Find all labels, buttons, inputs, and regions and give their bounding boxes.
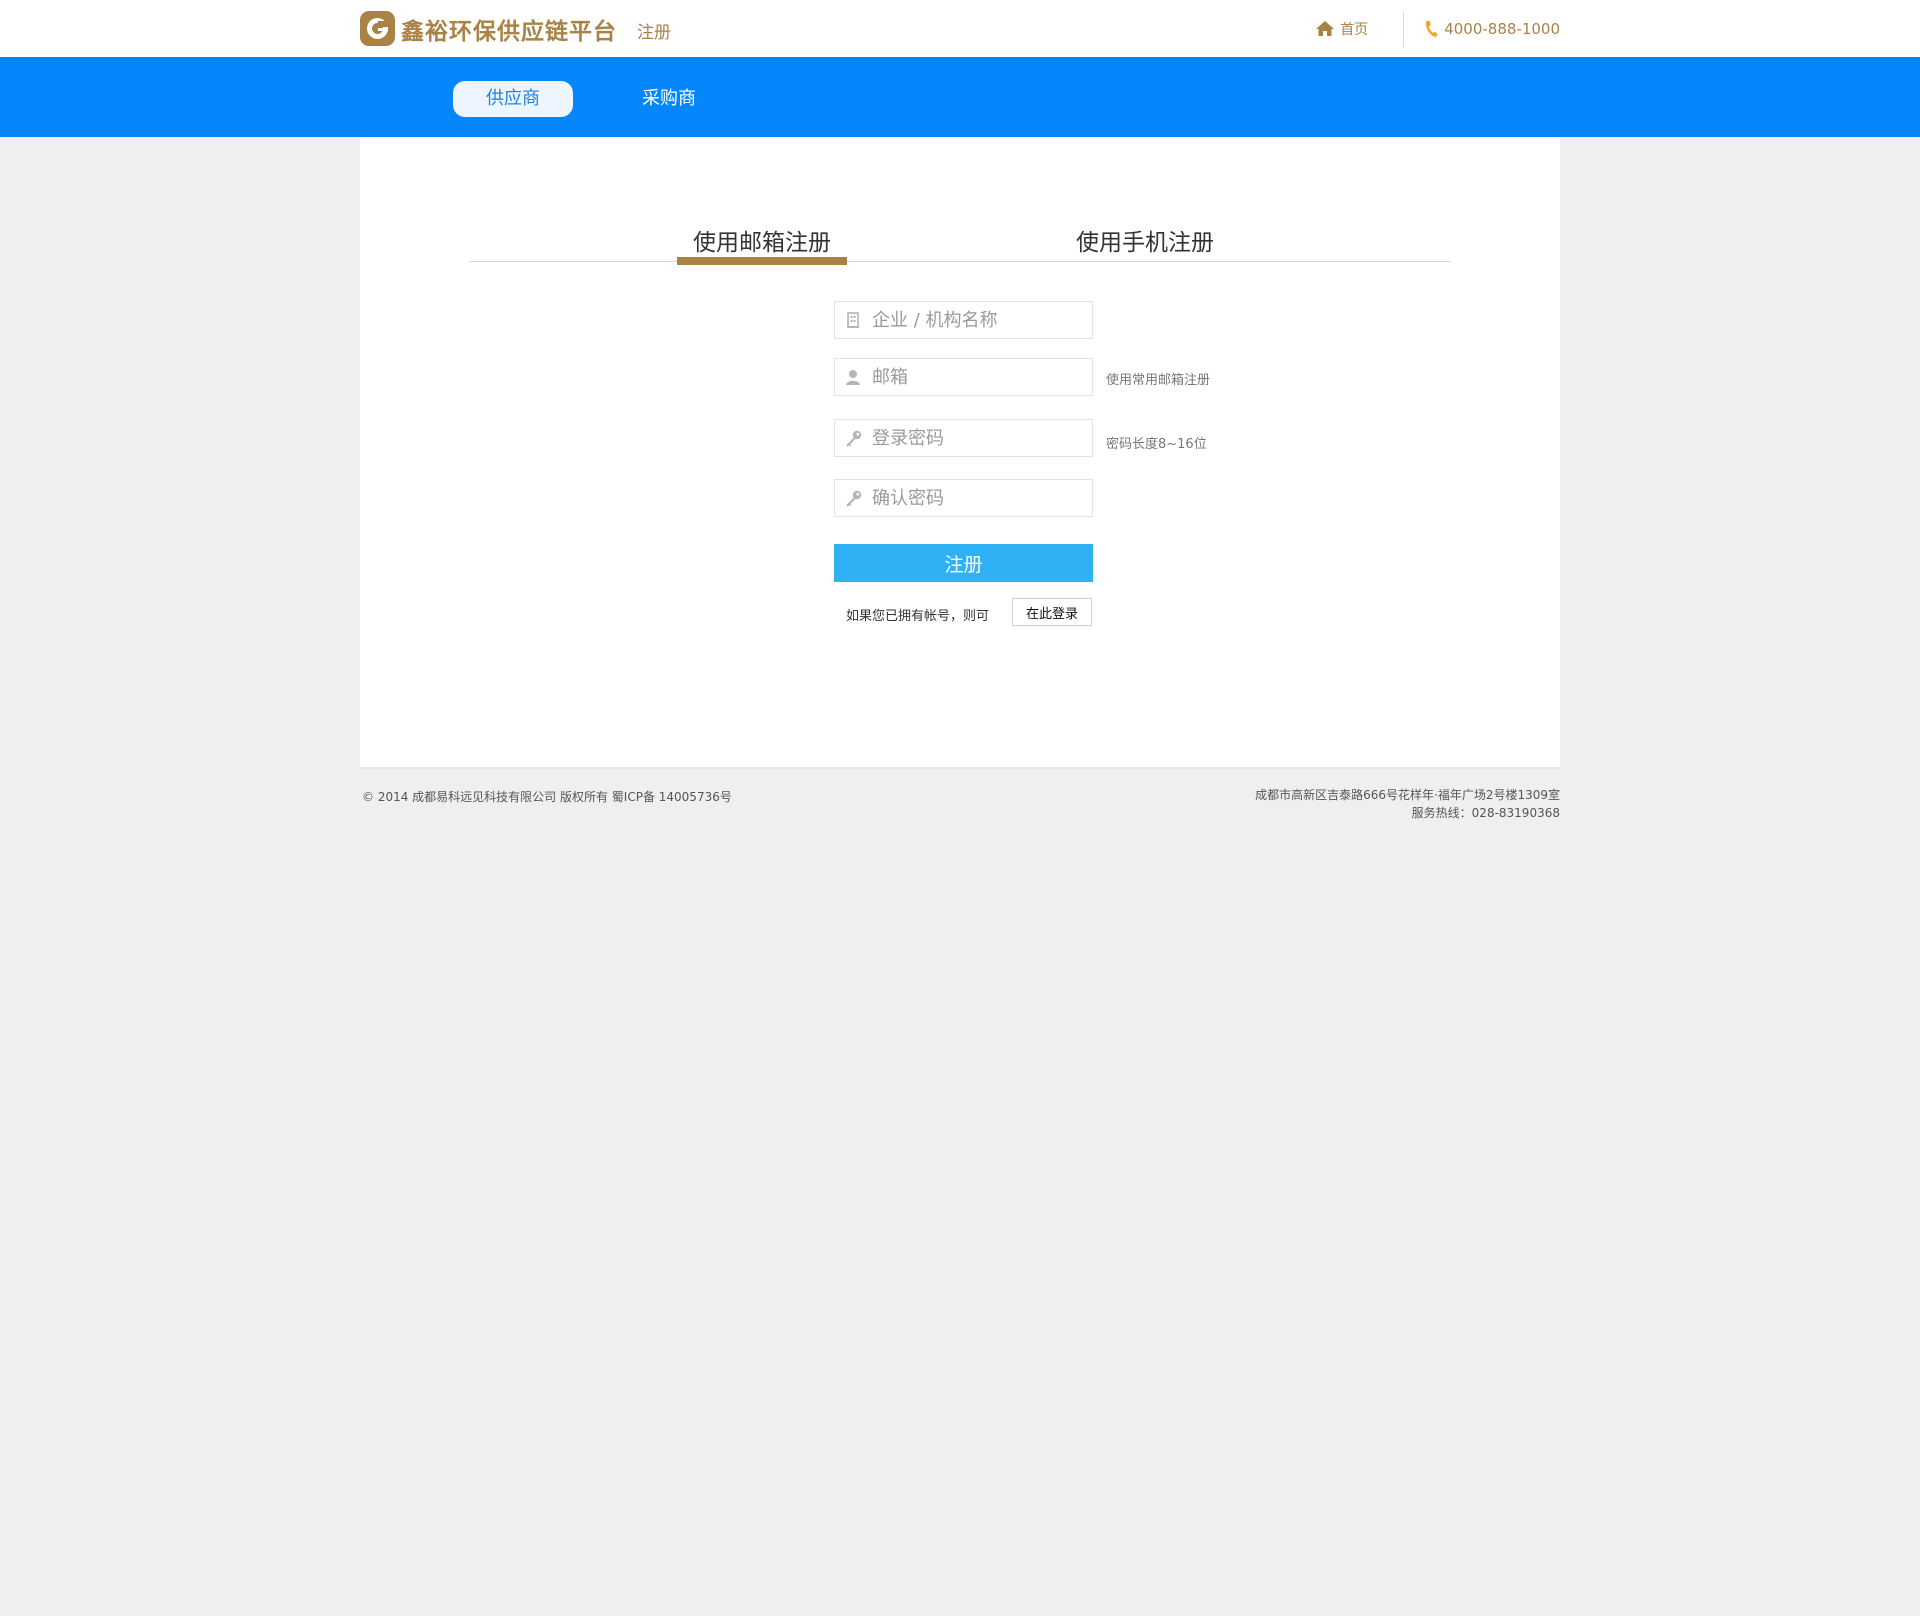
home-link-label: 首页 (1340, 21, 1369, 38)
key-icon (844, 489, 862, 507)
key-icon (844, 429, 862, 447)
tab-phone-register[interactable]: 使用手机注册 (1060, 223, 1230, 257)
page-title: 注册 (637, 23, 671, 43)
email-field[interactable] (834, 358, 1093, 396)
logo-mark-icon (360, 11, 395, 46)
register-card: 使用邮箱注册 使用手机注册 使用常用邮箱注册 (360, 137, 1560, 769)
footer-address: 成都市高新区吉泰路666号花样年·福年广场2号楼1309室 (1255, 788, 1560, 802)
hotline: 4000-888-1000 (1424, 20, 1560, 38)
brand-name: 鑫裕环保供应链平台 (401, 18, 617, 45)
tabs-divider (470, 261, 1450, 262)
active-tab-indicator (677, 257, 847, 265)
home-link[interactable]: 首页 (1315, 19, 1368, 39)
password-input[interactable] (872, 427, 1087, 449)
email-input[interactable] (872, 366, 1087, 388)
user-icon (844, 368, 862, 386)
hotline-number: 4000-888-1000 (1444, 19, 1560, 38)
phone-icon (1426, 20, 1438, 37)
password-hint: 密码长度8~16位 (1106, 437, 1207, 452)
login-prompt: 如果您已拥有帐号，则可 (846, 609, 990, 624)
tab-supplier[interactable]: 供应商 (453, 81, 573, 117)
building-icon (844, 311, 862, 329)
role-nav: 供应商 采购商 (0, 57, 1920, 137)
footer-copyright: © 2014 成都易科远见科技有限公司 版权所有 蜀ICP备 14005736号 (362, 790, 732, 804)
tab-buyer[interactable]: 采购商 (609, 81, 729, 117)
site-logo[interactable]: 鑫裕环保供应链平台 注册 (360, 11, 671, 46)
header-divider (1403, 10, 1405, 47)
header-right: 首页 4000-888-1000 (1315, 0, 1560, 57)
password-field[interactable] (834, 419, 1093, 457)
login-here-button[interactable]: 在此登录 (1012, 598, 1092, 626)
footer-contact: 成都市高新区吉泰路666号花样年·福年广场2号楼1309室 服务热线：028-8… (1255, 786, 1560, 822)
footer-hotline: 服务热线：028-83190368 (1411, 806, 1560, 820)
company-field[interactable] (834, 301, 1093, 339)
tab-email-register[interactable]: 使用邮箱注册 (677, 223, 847, 257)
home-icon (1316, 21, 1335, 36)
email-hint: 使用常用邮箱注册 (1106, 373, 1211, 388)
confirm-password-input[interactable] (872, 487, 1087, 509)
company-input[interactable] (872, 309, 1087, 331)
confirm-password-field[interactable] (834, 479, 1093, 517)
top-header: 鑫裕环保供应链平台 注册 首页 4000-888-1000 (0, 0, 1920, 57)
register-button[interactable]: 注册 (834, 544, 1093, 582)
